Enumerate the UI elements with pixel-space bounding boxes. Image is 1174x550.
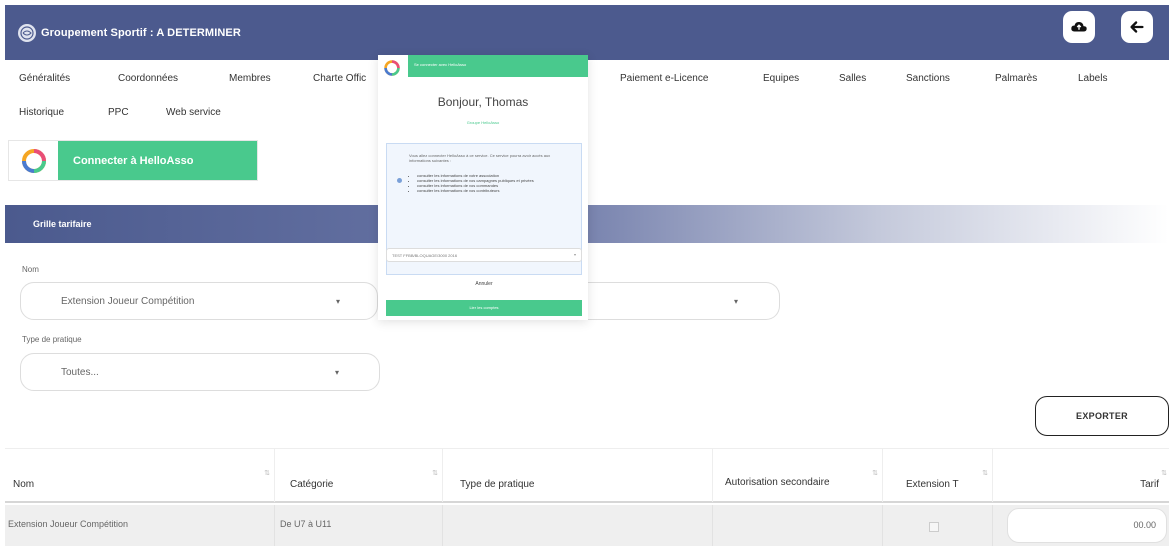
column-header-autorisation-secondaire[interactable]: Autorisation secondaire ⇅ bbox=[713, 449, 883, 502]
tab-membres[interactable]: Membres bbox=[229, 73, 271, 84]
permissions-list: consulter les informations de votre asso… bbox=[409, 173, 579, 193]
table-row: Extension Joueur Compétition De U7 à U11 bbox=[5, 505, 1169, 546]
organization-select[interactable]: TEST FFBB/BLOQUAGE/3000 2016 ▾ bbox=[386, 248, 582, 262]
sort-icon: ⇅ bbox=[432, 470, 438, 477]
sort-icon: ⇅ bbox=[264, 470, 270, 477]
tab-historique[interactable]: Historique bbox=[19, 107, 64, 118]
nom-select[interactable]: Extension Joueur Compétition ▾ bbox=[20, 282, 378, 320]
column-header-categorie[interactable]: Catégorie ⇅ bbox=[275, 449, 443, 502]
helloasso-logo-icon bbox=[9, 141, 58, 180]
cell-autorisation bbox=[713, 505, 883, 546]
tab-paiement-e-licence[interactable]: Paiement e-Licence bbox=[620, 73, 708, 84]
chevron-down-icon: ▾ bbox=[336, 297, 341, 306]
tab-ppc[interactable]: PPC bbox=[108, 107, 129, 118]
helloasso-connect-label: Connecter à HelloAsso bbox=[58, 141, 257, 180]
modal-greeting: Bonjour, Thomas bbox=[437, 95, 529, 109]
table-header: Nom ⇅ Catégorie ⇅ Type de pratique Autoris… bbox=[5, 448, 1169, 503]
nom-filter-label: Nom bbox=[22, 265, 39, 274]
sort-icon: ⇅ bbox=[872, 470, 878, 477]
column-header-tarif[interactable]: Tarif ⇅ bbox=[993, 449, 1169, 502]
cell-nom: Extension Joueur Compétition bbox=[5, 505, 275, 546]
secondary-select[interactable]: ▾ bbox=[582, 282, 780, 320]
sort-icon: ⇅ bbox=[1161, 470, 1167, 477]
chevron-down-icon: ▾ bbox=[335, 368, 340, 377]
cell-type-pratique bbox=[443, 505, 713, 546]
chevron-down-icon: ▾ bbox=[734, 297, 739, 306]
column-header-nom[interactable]: Nom ⇅ bbox=[5, 449, 275, 502]
modal-org-name: Groupe HelloAsso bbox=[466, 120, 500, 125]
tarif-input[interactable]: 00.00 bbox=[1007, 508, 1167, 543]
extension-checkbox[interactable] bbox=[929, 522, 939, 532]
modal-link-accounts-button[interactable]: Lier les comptes bbox=[386, 300, 582, 316]
tab-generalites[interactable]: Généralités bbox=[19, 73, 70, 84]
tab-charte[interactable]: Charte Offic bbox=[313, 73, 366, 84]
helloasso-connect-button[interactable]: Connecter à HelloAsso bbox=[8, 140, 258, 181]
export-button[interactable]: EXPORTER bbox=[1035, 396, 1169, 436]
tab-equipes[interactable]: Equipes bbox=[763, 73, 799, 84]
tab-palmares[interactable]: Palmarès bbox=[995, 73, 1037, 84]
modal-cancel-button[interactable]: Annuler bbox=[386, 277, 582, 291]
section-title: Grille tarifaire bbox=[33, 219, 92, 229]
modal-intro-text: Vous allez connecter HelloAsso à ce serv… bbox=[409, 153, 551, 163]
modal-header-bar: Se connecter avec HelloAsso bbox=[408, 55, 588, 77]
tab-web-service[interactable]: Web service bbox=[166, 107, 221, 118]
nom-select-value: Extension Joueur Compétition bbox=[61, 296, 195, 307]
helloasso-auth-modal: Se connecter avec HelloAsso Bonjour, Tho… bbox=[378, 55, 588, 320]
cell-categorie: De U7 à U11 bbox=[275, 505, 443, 546]
tab-coordonnees[interactable]: Coordonnées bbox=[118, 73, 178, 84]
tab-labels[interactable]: Labels bbox=[1078, 73, 1107, 84]
column-header-type-pratique[interactable]: Type de pratique bbox=[443, 449, 713, 502]
chevron-down-icon: ▾ bbox=[573, 252, 576, 257]
helloasso-logo-icon bbox=[384, 60, 400, 76]
info-icon bbox=[397, 178, 402, 183]
permission-item: consulter les informations de vos contri… bbox=[417, 188, 579, 193]
column-header-extension[interactable]: Extension T ⇅ bbox=[883, 449, 993, 502]
tab-salles[interactable]: Salles bbox=[839, 73, 866, 84]
type-pratique-select[interactable]: Toutes... ▾ bbox=[20, 353, 380, 391]
type-pratique-select-value: Toutes... bbox=[61, 367, 99, 378]
tab-sanctions[interactable]: Sanctions bbox=[906, 73, 950, 84]
organization-select-value: TEST FFBB/BLOQUAGE/3000 2016 bbox=[392, 253, 458, 258]
type-filter-label: Type de pratique bbox=[22, 335, 82, 344]
sort-icon: ⇅ bbox=[982, 470, 988, 477]
